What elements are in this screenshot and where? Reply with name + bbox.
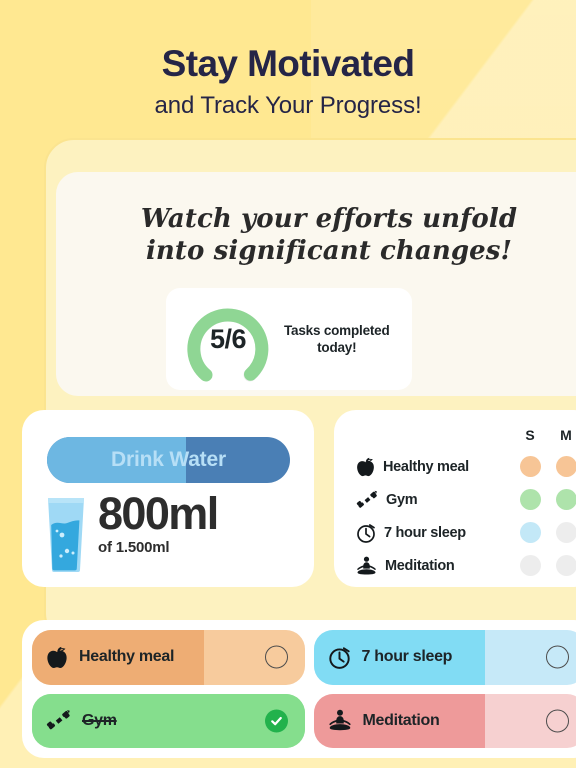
habit-dot (519, 456, 541, 477)
habit-dot (555, 522, 576, 543)
habit-dot-cell[interactable] (548, 555, 576, 576)
motivation-headline: Watch your efforts unfold into significa… (56, 172, 576, 267)
drink-water-button[interactable]: Drink Water (47, 437, 290, 483)
habit-row-sleep[interactable]: 7 hour sleep (356, 516, 576, 549)
apple-icon (357, 457, 374, 476)
habit-column-monday: M (560, 427, 572, 443)
habit-name-gym: Gym (356, 490, 512, 510)
habit-dot (555, 489, 576, 510)
habit-column-sunday: S (525, 427, 535, 443)
task-chip-healthy-meal[interactable]: Healthy meal (32, 630, 305, 685)
drink-water-body: 800ml of 1.500ml (44, 491, 219, 573)
task-chip-sleep[interactable]: 7 hour sleep (313, 630, 576, 685)
habit-dot (519, 555, 541, 576)
water-glass-icon (48, 498, 84, 572)
task-chip-label: Healthy meal (79, 648, 175, 666)
habit-tracker-header: S M (356, 424, 576, 446)
habit-label-meditation: Meditation (385, 557, 455, 574)
page-subtitle: and Track Your Progress! (154, 91, 422, 119)
meditation-icon (357, 556, 376, 574)
habit-label-gym: Gym (386, 491, 418, 508)
habit-dot-cell[interactable] (548, 456, 576, 477)
task-chip-gym[interactable]: Gym (32, 693, 305, 748)
tasks-progress-card: 5/6 Tasks completed today! (166, 288, 412, 390)
gauge-caption: Tasks completed today! (284, 322, 390, 357)
gauge-caption-line1: Tasks completed (284, 322, 390, 338)
drink-water-card: Drink Water 800ml of 1.500ml (22, 410, 314, 587)
water-goal-value: of 1.500ml (98, 539, 170, 556)
habit-dot (555, 456, 576, 477)
drink-water-button-label: Drink Water (111, 448, 226, 471)
water-amounts: 800ml of 1.500ml (98, 488, 219, 556)
habit-row-meditation[interactable]: Meditation (356, 549, 576, 582)
habit-dot (519, 522, 541, 543)
habit-label-healthy-meal: Healthy meal (383, 458, 469, 475)
habit-dot-cell[interactable] (548, 522, 576, 543)
dumbbell-icon (46, 709, 71, 732)
habit-dot-cell[interactable] (548, 489, 576, 510)
task-chip-label: 7 hour sleep (361, 648, 453, 666)
habit-dot (555, 555, 576, 576)
habit-dot-cell[interactable] (512, 522, 548, 543)
task-chip-meditation[interactable]: Meditation (313, 693, 576, 748)
habit-dot-cell[interactable] (512, 456, 548, 477)
habit-row-healthy-meal[interactable]: Healthy meal (356, 450, 576, 483)
habit-row-gym[interactable]: Gym (356, 483, 576, 516)
habit-name-meditation: Meditation (356, 556, 512, 576)
dumbbell-icon (356, 490, 377, 508)
page-title: Stay Motivated (161, 43, 415, 84)
habit-tracker-card: S M Healthy meal Gym 7 hour sleep Medita… (334, 410, 576, 587)
task-chips-card: Healthy meal 7 hour sleep Gym Meditation (22, 620, 576, 758)
meditation-icon (328, 709, 352, 732)
clock-icon (328, 646, 351, 669)
task-chip-label: Meditation (362, 711, 440, 729)
app-stage: Stay Motivated and Track Your Progress! … (0, 0, 576, 768)
habit-dot-cell[interactable] (512, 555, 548, 576)
motivation-headline-line2: into significant changes! (145, 235, 513, 266)
apple-icon (46, 646, 68, 669)
habit-name-sleep: 7 hour sleep (356, 523, 512, 543)
habit-label-sleep: 7 hour sleep (384, 524, 466, 541)
task-chip-label: Gym (82, 711, 117, 729)
gauge-value: 5/6 (209, 324, 247, 355)
task-chip-checkbox[interactable] (264, 709, 288, 733)
task-chip-checkbox[interactable] (546, 709, 569, 733)
clock-icon (357, 523, 375, 543)
check-icon (270, 716, 282, 726)
motivation-headline-line1: Watch your efforts unfold (140, 204, 518, 234)
habit-dot-cell[interactable] (512, 489, 548, 510)
page-header: Stay Motivated and Track Your Progress! (0, 0, 576, 120)
gauge-caption-line2: today! (317, 340, 357, 355)
task-chip-checkbox[interactable] (264, 645, 288, 669)
habit-name-healthy-meal: Healthy meal (356, 457, 512, 477)
task-chip-checkbox[interactable] (546, 645, 569, 669)
water-amount-value: 800ml (98, 488, 219, 539)
tasks-gauge: 5/6 (180, 296, 276, 382)
habit-dot (519, 489, 541, 510)
